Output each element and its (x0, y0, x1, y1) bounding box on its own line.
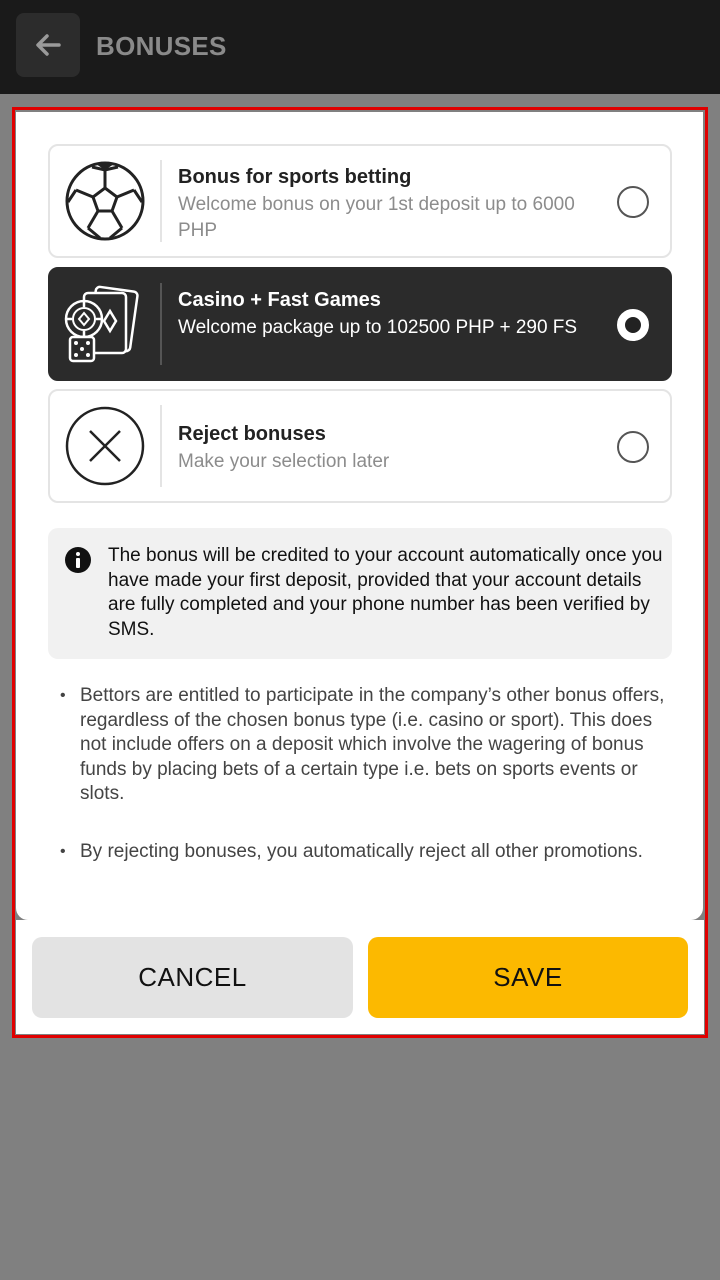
highlight-frame (12, 107, 708, 1038)
page-title: BONUSES (96, 31, 227, 61)
app-header: BONUSES (0, 0, 720, 94)
arrow-left-icon (36, 34, 61, 56)
back-button[interactable] (16, 13, 80, 77)
